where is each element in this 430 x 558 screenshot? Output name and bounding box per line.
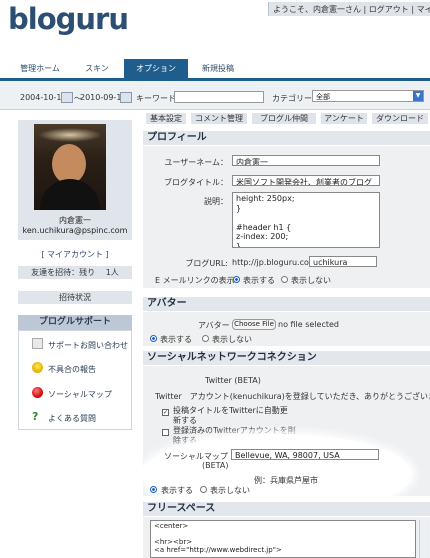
description-label: 説明：	[204, 197, 228, 206]
avatar-hide-radio[interactable]	[202, 335, 209, 342]
support-item-label: よくある質問	[48, 414, 96, 423]
avatar	[34, 124, 106, 210]
blog-url-field[interactable]: uchikura	[309, 256, 377, 267]
social-section-title: ソーシャルネットワークコネクション	[143, 351, 430, 365]
no-file-text: no file selected	[278, 320, 340, 329]
support-item-label: サポートお問い合わせ	[48, 341, 128, 350]
map-pin-icon	[32, 387, 43, 398]
my-account-link[interactable]: マイア	[417, 5, 430, 14]
social-map-beta: (BETA)	[202, 461, 229, 470]
tab-new-post[interactable]: 新規投稿	[192, 62, 244, 78]
calendar-icon[interactable]	[120, 92, 132, 103]
profile-section-title: プロフィール	[143, 131, 430, 145]
subtab-friends[interactable]: ブログル仲間	[252, 113, 316, 124]
invite-count: 1人	[105, 268, 119, 277]
support-item-label: 不具合の報告	[48, 365, 96, 374]
support-item-contact[interactable]: サポートお問い合わせ	[32, 338, 128, 351]
subtab-survey[interactable]: アンケート	[321, 113, 367, 124]
social-map-hide-radio[interactable]	[200, 486, 207, 493]
email-link-label: E メールリンクの表示	[155, 276, 235, 285]
top-links: ようこそ、内倉憲一さん | ログアウト | マイア	[268, 2, 430, 16]
username-label: ユーザーネーム：	[164, 158, 228, 167]
subtab-basic[interactable]: 基本設定	[146, 113, 186, 124]
tab-skin[interactable]: スキン	[72, 62, 122, 78]
social-map-show-label: 表示する	[161, 486, 193, 495]
separator: |	[411, 5, 415, 14]
keyword-input[interactable]	[174, 91, 264, 103]
freespace-textarea[interactable]: <center> <hr><br> <a href="http://www.we…	[150, 520, 416, 558]
separator: |	[363, 5, 367, 14]
twitter-heading: Twitter (BETA)	[205, 376, 261, 385]
support-item-social-map[interactable]: ソーシャルマップ	[32, 387, 112, 400]
auto-update-label: 投稿タイトルをTwitterに自動更新する	[173, 406, 288, 425]
greeting: ようこそ、内倉憲一さん	[273, 5, 361, 14]
check-icon: ✓	[163, 409, 169, 416]
support-item-faq[interactable]: ? よくある質問	[32, 411, 96, 424]
email-link-show-label: 表示する	[243, 276, 275, 285]
question-icon: ?	[32, 410, 39, 423]
calendar-icon[interactable]	[61, 92, 73, 103]
main-tab-bar: 管理ホーム スキン オプション 新規投稿	[0, 58, 430, 81]
avatar-hide-label: 表示しない	[212, 335, 252, 344]
tab-admin-home[interactable]: 管理ホーム	[12, 62, 68, 78]
auto-update-checkbox[interactable]: ✓	[162, 409, 169, 416]
avatar-section-title: アバター	[143, 297, 430, 311]
chevron-down-icon: ▼	[413, 91, 423, 101]
invite-label: 友達を招待：残り	[31, 268, 96, 277]
avatar-show-radio[interactable]	[150, 335, 157, 342]
description-textarea[interactable]: height: 250px; } #header h1 { z-index: 2…	[232, 192, 380, 248]
bulb-icon	[32, 362, 43, 373]
mail-icon	[32, 338, 43, 349]
blog-url-prefix: http://jp.bloguru.com/	[232, 258, 320, 267]
my-account-link[interactable]: [ マイアカウント ]	[18, 249, 132, 260]
header: bloguru ようこそ、内倉憲一さん | ログアウト | マイア	[0, 0, 430, 58]
support-title: ブログルサポート	[18, 315, 132, 330]
subtab-comments[interactable]: コメント管理	[191, 113, 247, 124]
logout-link[interactable]: ログアウト	[369, 5, 409, 14]
support-item-label: ソーシャルマップ	[48, 390, 112, 399]
avatar-show-label: 表示する	[160, 335, 192, 344]
social-map-example: 例：兵庫県芦屋市	[254, 476, 318, 485]
logo[interactable]: bloguru	[8, 2, 129, 36]
freespace-section-title: フリースペース	[143, 502, 430, 516]
subtab-download[interactable]: ダウンロード	[372, 113, 428, 124]
tab-options[interactable]: オプション	[124, 59, 188, 78]
blog-title-field[interactable]: 米国ソフト開発会社、創業者のブログ	[232, 175, 380, 186]
twitter-account-text: Twitter アカウント(kenuchikura)を登録していただき、ありがと…	[155, 392, 430, 401]
invite-status-button[interactable]: 招待状況	[18, 291, 132, 304]
email-link-show-radio[interactable]	[233, 276, 240, 283]
avatar-label: アバター	[198, 321, 230, 330]
category-select[interactable]: 全部 ▼	[312, 90, 424, 102]
social-map-hide-label: 表示しない	[210, 486, 250, 495]
support-item-bug[interactable]: 不具合の報告	[32, 362, 96, 375]
social-map-field[interactable]: Bellevue, WA, 98007, USA	[231, 449, 379, 460]
delete-twitter-checkbox[interactable]	[162, 429, 169, 436]
username-field[interactable]: 内倉憲一	[232, 155, 380, 166]
profile-email: ken.uchikura@pspinc.com	[22, 226, 128, 235]
profile-name: 内倉憲一	[59, 216, 91, 225]
filter-bar: 2004-10-15 ～ 2010-09-13 キーワード カテゴリー： 全部 …	[0, 81, 430, 110]
blog-url-label: ブログURL:	[185, 259, 228, 268]
keyword-label: キーワード	[136, 94, 176, 103]
blog-title-label: ブログタイトル：	[164, 178, 228, 187]
email-link-hide-label: 表示しない	[291, 276, 331, 285]
category-value: 全部	[316, 93, 330, 101]
invite-friends[interactable]: 友達を招待：残り 1人	[18, 266, 132, 279]
scrollbar[interactable]	[419, 520, 429, 558]
choose-file-button[interactable]: Choose File	[232, 319, 276, 330]
from-date[interactable]: 2004-10-15	[20, 93, 67, 102]
email-link-hide-radio[interactable]	[281, 276, 288, 283]
social-map-show-radio[interactable]	[150, 486, 157, 493]
